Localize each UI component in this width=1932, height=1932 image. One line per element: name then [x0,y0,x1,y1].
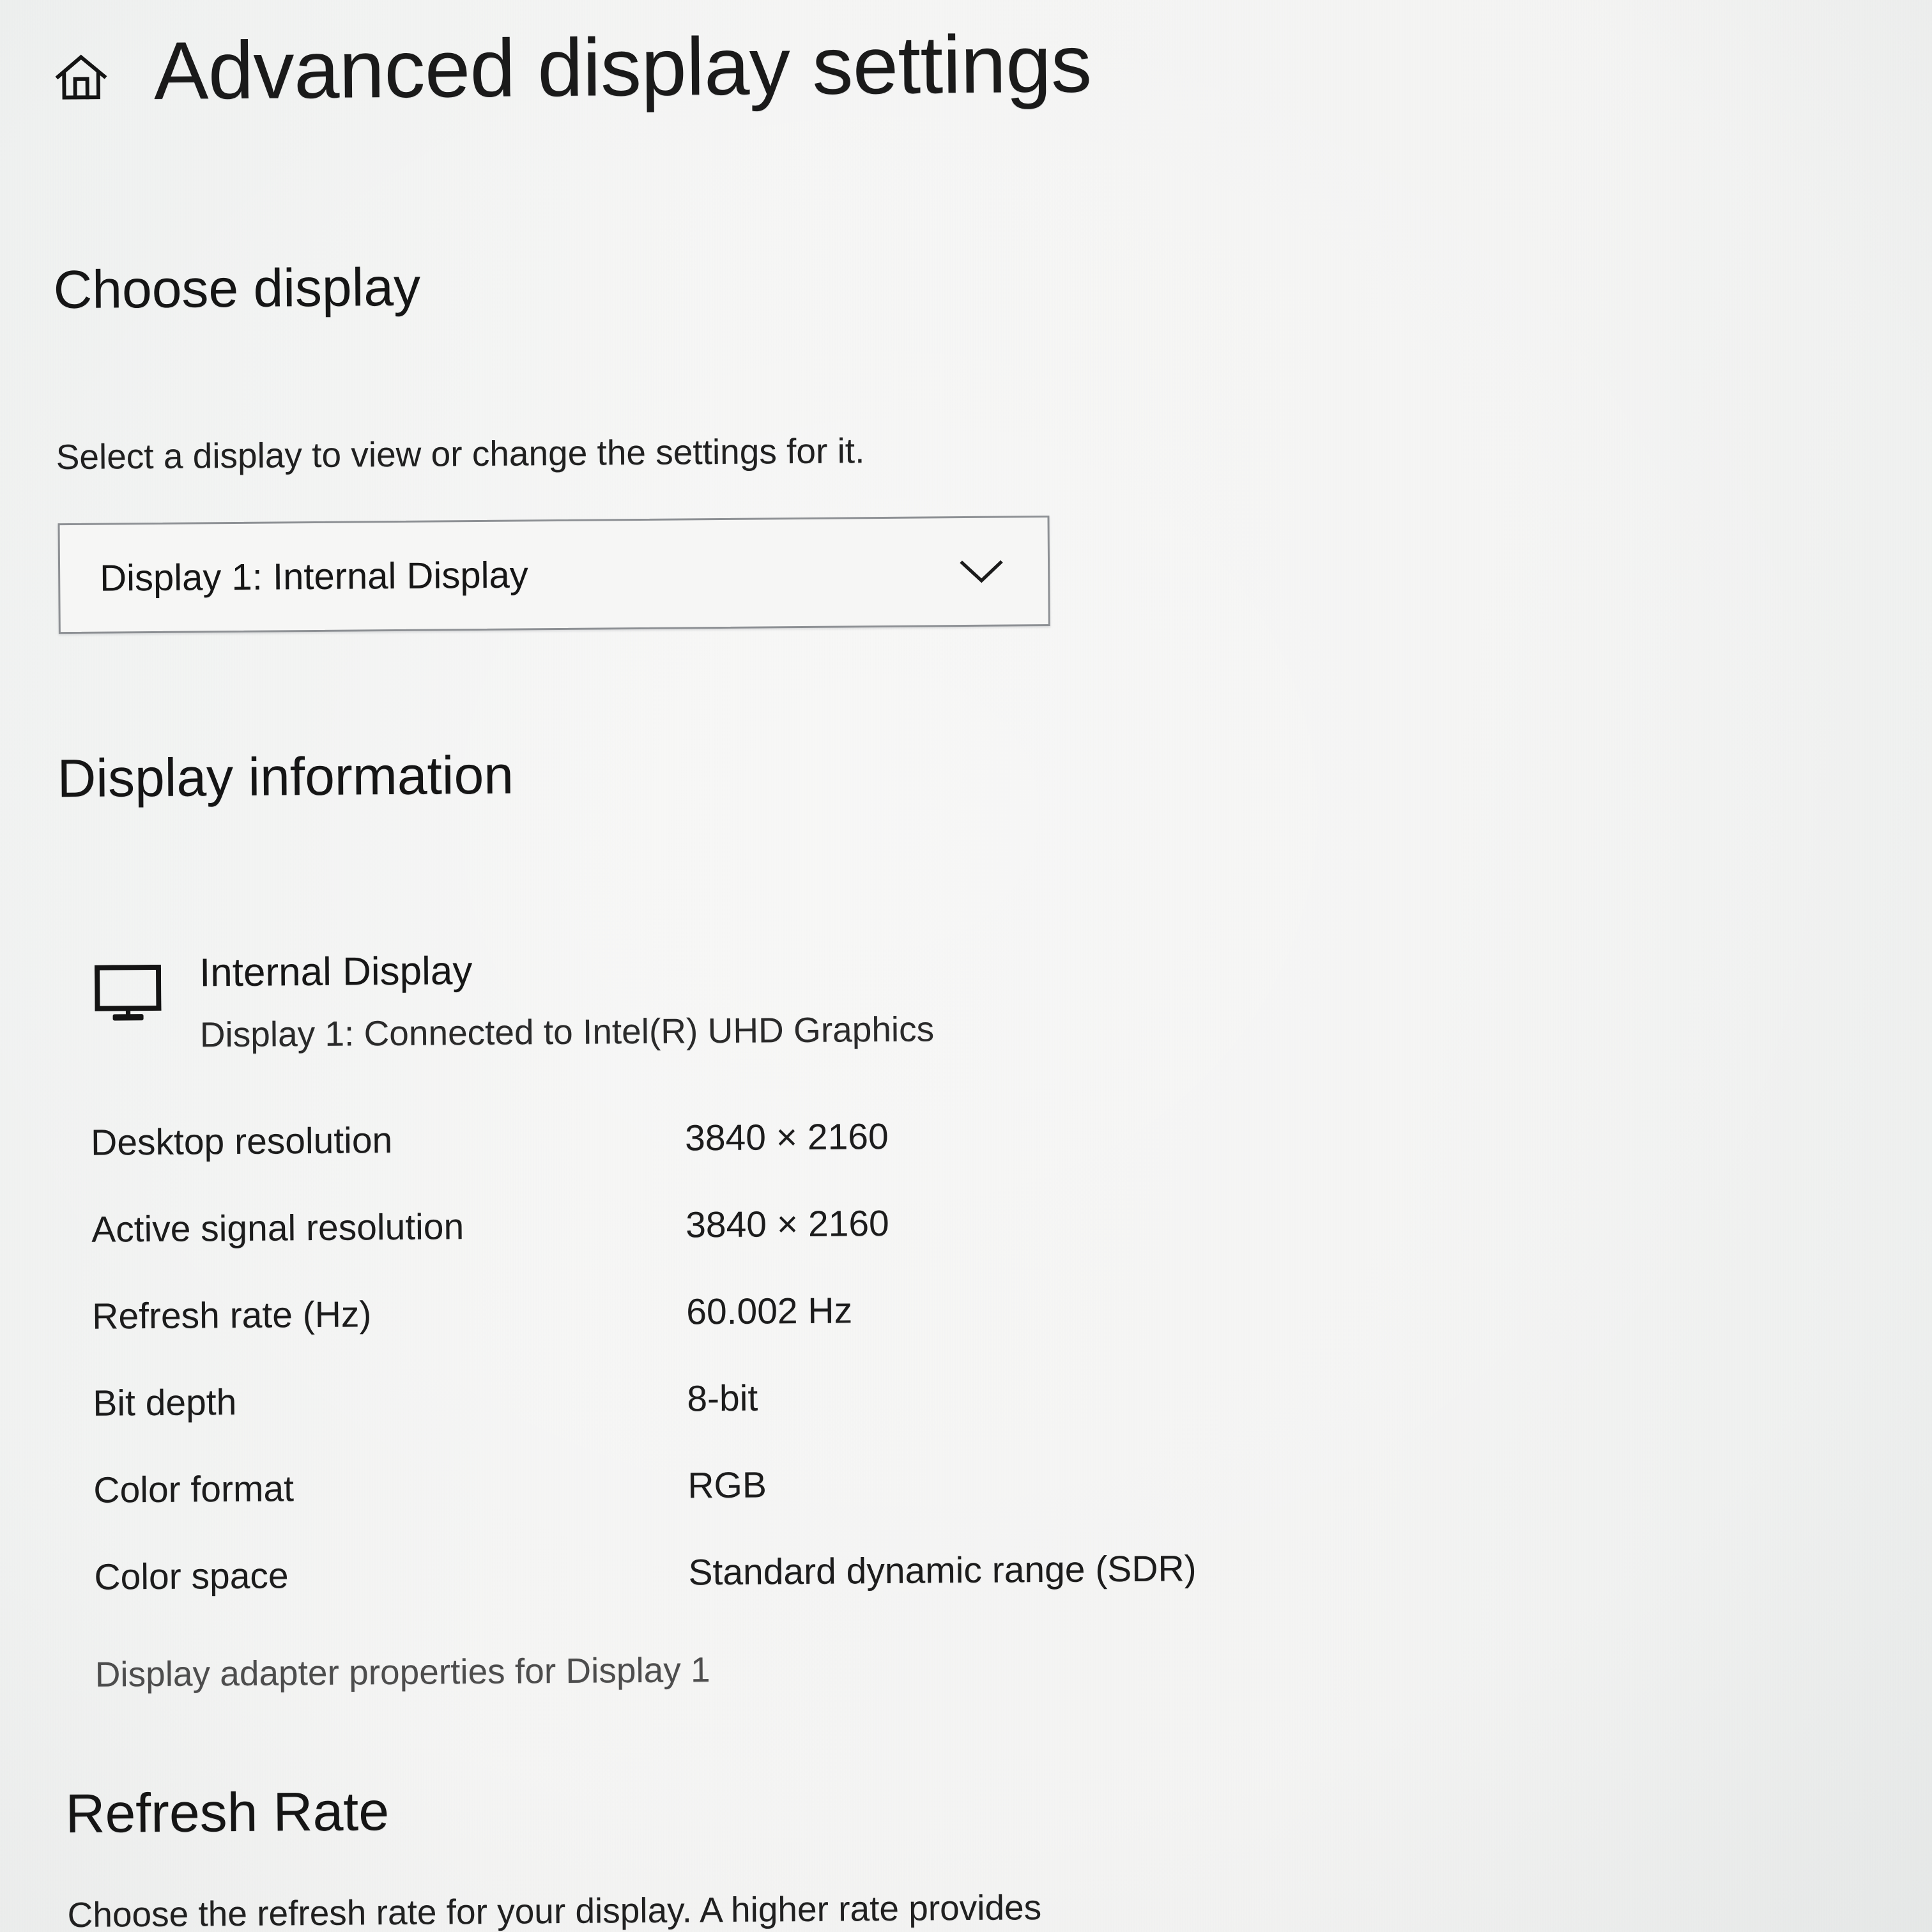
spec-label: Active signal resolution [91,1206,464,1250]
table-row: Color space Standard dynamic range (SDR) [94,1545,1436,1643]
spec-label: Color format [93,1468,295,1511]
table-row: Color format RGB [93,1459,1436,1556]
spec-label: Color space [94,1555,289,1598]
display-spec-table: Desktop resolution 3840 × 2160 Active si… [91,1111,1436,1643]
spec-label: Refresh rate (Hz) [92,1294,372,1337]
display-summary-card: Internal Display Display 1: Connected to… [94,946,935,1055]
display-name: Internal Display [199,949,473,995]
section-heading-refresh-rate: Refresh Rate [65,1781,390,1845]
refresh-rate-help-text: Choose the refresh rate for your display… [67,1887,1042,1932]
display-select-value: Display 1: Internal Display [99,554,528,599]
spec-label: Bit depth [93,1381,237,1424]
spec-value: 8-bit [687,1377,758,1420]
display-select-dropdown[interactable]: Display 1: Internal Display [57,515,1050,634]
home-icon[interactable] [54,51,109,105]
spec-value: 60.002 Hz [686,1290,853,1333]
display-summary-text: Internal Display Display 1: Connected to… [199,946,935,1055]
choose-display-help-text: Select a display to view or change the s… [56,431,865,477]
section-heading-display-information: Display information [57,744,514,809]
table-row: Refresh rate (Hz) 60.002 Hz [92,1285,1434,1382]
spec-value: 3840 × 2160 [685,1202,889,1246]
table-row: Bit depth 8-bit [93,1372,1435,1469]
spec-value: 3840 × 2160 [684,1116,889,1159]
table-row: Desktop resolution 3840 × 2160 [91,1111,1433,1208]
chevron-down-icon [960,560,1003,583]
spec-value: RGB [687,1464,767,1506]
spec-value: Standard dynamic range (SDR) [688,1548,1197,1593]
section-heading-choose-display: Choose display [53,256,421,320]
table-row: Active signal resolution 3840 × 2160 [91,1198,1434,1295]
display-connection: Display 1: Connected to Intel(R) UHD Gra… [199,1009,935,1055]
display-adapter-properties-link[interactable]: Display adapter properties for Display 1 [95,1649,710,1695]
settings-screen: Advanced display settings Choose display… [0,0,1932,1932]
settings-page: Advanced display settings Choose display… [0,0,1932,1932]
page-title: Advanced display settings [153,18,1092,117]
spec-label: Desktop resolution [90,1120,393,1163]
page-header: Advanced display settings [54,18,1092,117]
monitor-icon [94,964,162,1021]
